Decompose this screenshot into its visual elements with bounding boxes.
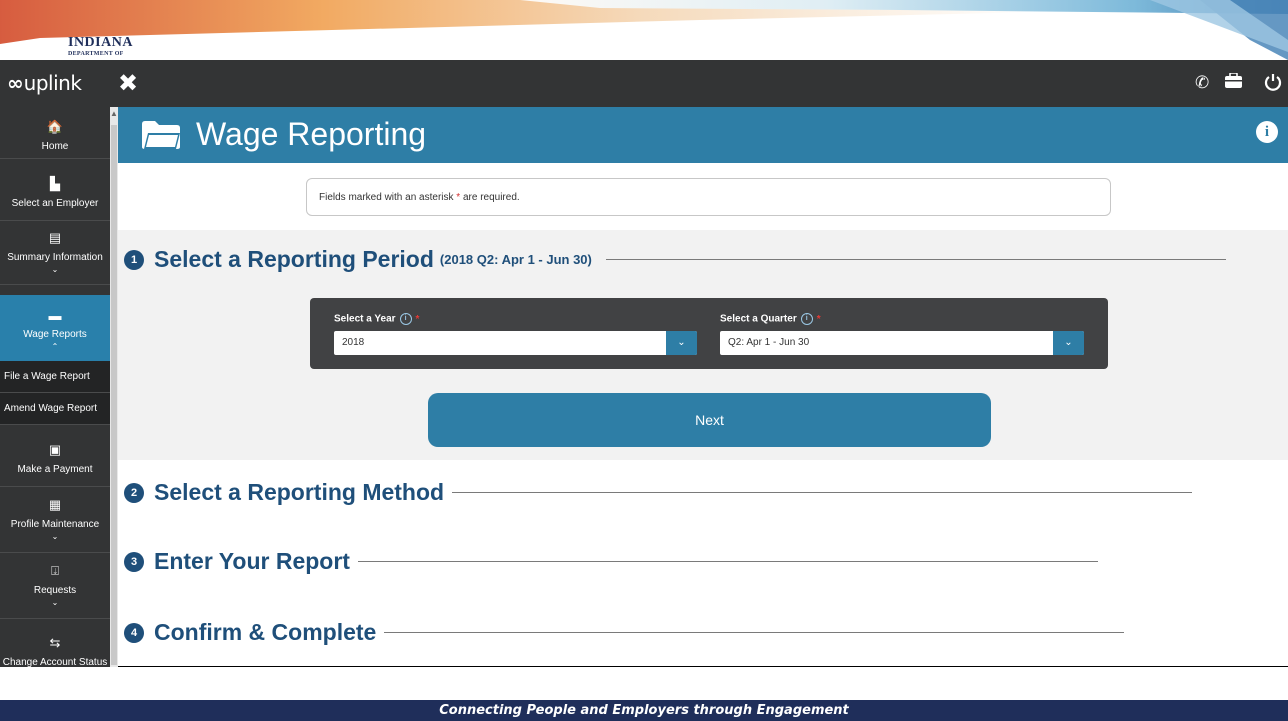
step-number: 3 xyxy=(124,551,144,572)
info-icon[interactable]: i xyxy=(399,313,412,325)
sidebar-item-label: Select an Employer xyxy=(11,198,99,209)
step-divider xyxy=(605,259,1226,260)
step-title: Select a Reporting Method xyxy=(154,479,445,505)
step-divider xyxy=(357,561,1098,562)
chevron-down-icon[interactable]: ⌄ xyxy=(1053,331,1084,355)
sidebar-item-label: Requests xyxy=(33,585,77,596)
info-icon[interactable]: i xyxy=(1256,121,1278,143)
sidebar-item-label: Home xyxy=(41,141,69,152)
sidebar-item-label: Profile Maintenance xyxy=(10,519,100,530)
page-header: Wage Reporting i xyxy=(118,107,1288,163)
step-2-header: 2 Select a Reporting Method xyxy=(124,479,1193,506)
notice-suffix: are required. xyxy=(460,192,520,203)
step-subtitle: (2018 Q2: Apr 1 - Jun 30) xyxy=(439,252,592,267)
home-icon: 🏠 xyxy=(46,119,64,134)
folder-icon: ▬ xyxy=(48,308,62,323)
chevron-down-icon: ⌄ xyxy=(51,265,59,274)
power-icon[interactable] xyxy=(1264,73,1282,96)
year-label-text: Select a Year xyxy=(334,313,396,325)
top-navbar: ∞ uplink ✖ ✆ xyxy=(0,60,1288,107)
building-icon: ▙ xyxy=(50,176,60,191)
close-icon[interactable]: ✖ xyxy=(118,69,138,97)
step-title: Confirm & Complete xyxy=(154,619,377,645)
sidebar-item-label: Summary Information xyxy=(7,252,103,263)
year-select[interactable]: 2018 ⌄ xyxy=(334,331,697,355)
sidebar-item-make-payment[interactable]: ▣ Make a Payment xyxy=(0,425,110,487)
scrollbar-thumb[interactable] xyxy=(111,125,117,665)
required-asterisk: * xyxy=(415,313,420,325)
sidebar-item-home[interactable]: 🏠 Home xyxy=(0,107,110,159)
sidebar-item-select-employer[interactable]: ▙ Select an Employer xyxy=(0,159,110,221)
sidebar-subitem-amend-wage-report[interactable]: Amend Wage Report xyxy=(0,393,110,425)
sidebar-item-label: Wage Reports xyxy=(23,329,87,340)
chevron-down-icon: ⌄ xyxy=(51,532,59,541)
sidebar-item-summary[interactable]: ▤ Summary Information ⌄ xyxy=(0,221,110,285)
required-fields-notice: Fields marked with an asterisk * are req… xyxy=(306,178,1111,216)
step-4-header: 4 Confirm & Complete xyxy=(124,619,1125,646)
step-number: 1 xyxy=(124,249,144,270)
uplink-logo[interactable]: ∞ uplink xyxy=(7,71,82,95)
sidebar: 🏠 Home ▙ Select an Employer ▤ Summary In… xyxy=(0,107,110,667)
money-icon: ▣ xyxy=(48,442,62,457)
step-3-header: 3 Enter Your Report xyxy=(124,548,1098,575)
chevron-down-icon: ⌄ xyxy=(51,598,59,607)
sidebar-item-profile-maintenance[interactable]: ▦ Profile Maintenance ⌄ xyxy=(0,487,110,553)
scroll-up-icon[interactable]: ▲ xyxy=(110,107,118,121)
sidebar-item-label: Make a Payment xyxy=(17,464,93,475)
step-1-header: 1 Select a Reporting Period (2018 Q2: Ap… xyxy=(124,246,1226,273)
sidebar-item-wage-reports[interactable]: ▬ Wage Reports ⌃ xyxy=(0,295,110,361)
logo-sub-text: DEPARTMENT OF xyxy=(68,51,124,57)
building-icon: ▦ xyxy=(48,497,62,512)
document-icon: ▤ xyxy=(48,230,62,245)
page-title: Wage Reporting xyxy=(196,116,427,152)
quarter-select[interactable]: Q2: Apr 1 - Jun 30 ⌄ xyxy=(720,331,1084,355)
footer-tagline: Connecting People and Employers through … xyxy=(0,700,1288,721)
step-divider xyxy=(452,492,1193,493)
chevron-up-icon: ⌃ xyxy=(51,342,59,351)
quarter-label-text: Select a Quarter xyxy=(720,313,797,325)
inbox-icon: ⍗ xyxy=(51,563,59,578)
year-label: Select a Year i * xyxy=(334,313,419,325)
step-title: Select a Reporting Period xyxy=(154,246,434,272)
footer-spacer xyxy=(0,667,1288,700)
brand-name: uplink xyxy=(23,71,82,95)
step-number: 2 xyxy=(124,482,144,503)
infinity-icon: ∞ xyxy=(7,71,24,95)
chevron-down-icon[interactable]: ⌄ xyxy=(666,331,697,355)
step-divider xyxy=(384,632,1125,633)
info-icon[interactable]: i xyxy=(800,313,813,325)
banner-decoration xyxy=(0,0,1288,60)
exchange-icon: ⇆ xyxy=(49,635,61,650)
briefcase-icon[interactable] xyxy=(1225,72,1242,93)
quarter-value: Q2: Apr 1 - Jun 30 xyxy=(728,337,810,348)
year-value: 2018 xyxy=(342,337,365,348)
quarter-label: Select a Quarter i * xyxy=(720,313,821,325)
header-banner: INDIANA DEPARTMENT OF xyxy=(0,0,1288,60)
sidebar-item-label: Change Account Status xyxy=(2,657,108,667)
required-asterisk: * xyxy=(816,313,821,325)
step-title: Enter Your Report xyxy=(154,548,350,574)
logo-main-text: INDIANA xyxy=(68,35,133,50)
next-button[interactable]: Next xyxy=(428,393,991,447)
sidebar-item-change-account-status[interactable]: ⇆ Change Account Status xyxy=(0,619,110,667)
folder-icon xyxy=(140,120,182,155)
sidebar-subitem-file-wage-report[interactable]: File a Wage Report xyxy=(0,361,110,393)
indiana-logo: INDIANA DEPARTMENT OF xyxy=(68,35,133,58)
sidebar-item-requests[interactable]: ⍗ Requests ⌄ xyxy=(0,553,110,619)
notice-prefix: Fields marked with an asterisk xyxy=(319,192,457,203)
sidebar-scrollbar[interactable]: ▲ xyxy=(110,107,118,667)
period-selector-panel: Select a Year i * 2018 ⌄ Select a Quarter i… xyxy=(310,298,1108,369)
phone-icon[interactable]: ✆ xyxy=(1195,73,1209,93)
step-number: 4 xyxy=(124,622,144,643)
